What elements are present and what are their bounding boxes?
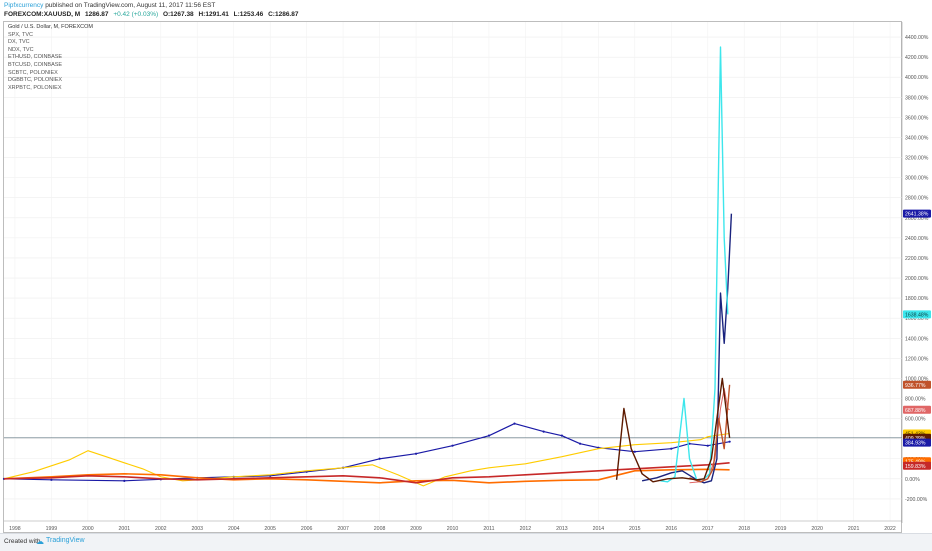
end-label-text: 1638.48% [905,312,929,318]
y-tick-label: 4000.00% [905,75,929,81]
x-tick-label: 2007 [337,526,349,532]
series-point-0 [487,434,491,437]
legend-item-scbtc[interactable]: SCBTC, POLONIEX [8,70,93,78]
series-point-0 [706,444,709,447]
y-tick-label: 1800.00% [905,296,929,302]
y-tick-label: 2800.00% [905,196,929,202]
series-point-0 [414,452,418,455]
y-tick-label: 3400.00% [905,135,929,141]
x-tick-label: 2014 [593,526,605,532]
x-tick-label: 2016 [666,526,678,532]
end-label-text: 687.88% [905,408,926,414]
x-tick-label: 2021 [848,526,860,532]
y-tick-label: 4200.00% [905,55,929,61]
series-point-0 [633,450,636,453]
series-point-0 [728,440,731,443]
y-tick-label: 3600.00% [905,115,929,121]
y-tick-label: 1200.00% [905,356,929,362]
x-tick-label: 2006 [301,526,313,532]
x-tick-label: 2003 [191,526,203,532]
series-point-0 [513,422,516,425]
y-tick-label: 1400.00% [905,336,929,342]
series-point-0 [50,478,53,481]
x-tick-label: 2010 [447,526,459,532]
y-tick-label: 2400.00% [905,236,929,242]
series-point-0 [123,479,126,482]
y-tick-label: 3800.00% [905,95,929,101]
legend-item-xrpbtc[interactable]: XRPBTC, POLONIEX [8,85,93,93]
x-tick-label: 2019 [775,526,787,532]
end-label-text: 936.77% [905,383,926,389]
legend-item-ethusd[interactable]: ETHUSD, COINBASE [8,54,93,62]
y-tick-label: 0.00% [905,477,920,483]
x-tick-label: 2018 [738,526,750,532]
x-tick-label: 2013 [556,526,568,532]
legend-item-ndx[interactable]: NDX, TVC [8,47,93,55]
series-point-0 [579,442,582,445]
x-tick-label: 2012 [520,526,532,532]
tradingview-brand-link[interactable]: TradingView [46,537,85,544]
y-tick-label: 600.00% [905,417,926,423]
x-tick-label: 2022 [884,526,896,532]
x-tick-label: 2011 [483,526,494,532]
x-tick-label: 2017 [702,526,714,532]
y-tick-label: -200.00% [905,497,928,503]
end-label-text: 2641.38% [905,212,929,218]
y-tick-label: 800.00% [905,397,926,403]
legend-item-spx[interactable]: SPX, TVC [8,32,93,40]
x-tick-label: 2002 [155,526,167,532]
series-line-5 [641,213,733,484]
series-point-0 [670,447,673,450]
x-tick-label: 2000 [82,526,94,532]
y-tick-label: 4400.00% [905,35,929,41]
legend-item-btcusd[interactable]: BTCUSD, COINBASE [8,62,93,70]
tradingview-cloud-icon: ☁ [36,537,44,546]
x-tick-label: 2005 [264,526,276,532]
x-tick-label: 2009 [410,526,422,532]
series-line-0 [3,423,730,482]
y-tick-label: 3000.00% [905,176,929,182]
legend-main[interactable]: Gold / U.S. Dollar, M, FOREXCOM [8,24,93,32]
x-tick-label: 2020 [811,526,823,532]
series-point-0 [451,444,454,447]
series-legend: Gold / U.S. Dollar, M, FOREXCOM SPX, TVC… [8,24,93,92]
x-tick-label: 2001 [119,526,131,532]
x-tick-label: 2008 [374,526,386,532]
x-tick-label: 2015 [629,526,641,532]
x-tick-label: 1998 [9,526,21,532]
chart-svg: -200.00%0.00%200.00%400.00%600.00%800.00… [2,22,931,532]
end-label-text: 384.93% [905,441,926,447]
x-tick-label: 2004 [228,526,240,532]
end-label-text: 159.83% [905,464,926,470]
series-point-0 [378,457,381,460]
legend-item-dgbbtc[interactable]: DGBBTC, POLONIEX [8,77,93,85]
y-tick-label: 2200.00% [905,256,929,262]
y-tick-label: 2000.00% [905,276,929,282]
footer-bar: Created with ☁ TradingView [0,533,932,551]
series-point-0 [560,434,563,437]
y-tick-label: 3200.00% [905,156,929,162]
x-tick-label: 1999 [46,526,58,532]
legend-item-dx[interactable]: DX, TVC [8,39,93,47]
series-point-0 [542,430,545,433]
